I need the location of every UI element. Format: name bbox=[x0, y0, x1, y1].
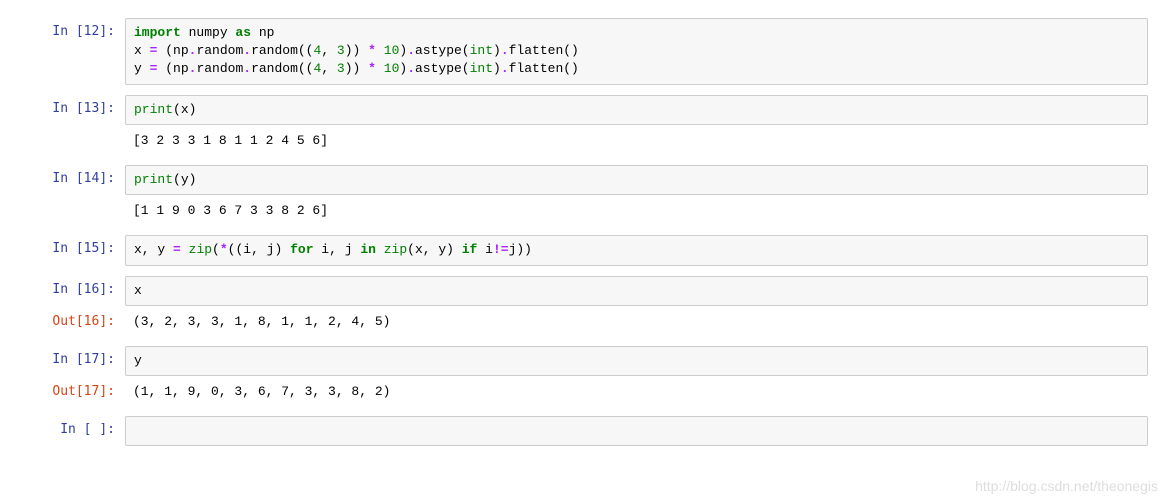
input-row: In [16]:x bbox=[25, 276, 1148, 306]
cell-6: In [ ]: bbox=[25, 416, 1148, 446]
cell-5: In [17]:yOut[17]:(1, 1, 9, 0, 3, 6, 7, 3… bbox=[25, 346, 1148, 406]
result-output: (3, 2, 3, 3, 1, 8, 1, 1, 2, 4, 5) bbox=[125, 308, 1148, 336]
cell-0: In [12]:import numpy as np x = (np.rando… bbox=[25, 18, 1148, 85]
input-prompt: In [13]: bbox=[25, 95, 125, 125]
stdout-row: [3 2 3 3 1 8 1 1 2 4 5 6] bbox=[25, 127, 1148, 155]
code-input[interactable]: print(y) bbox=[125, 165, 1148, 195]
cell-2: In [14]:print(y)[1 1 9 0 3 6 7 3 3 8 2 6… bbox=[25, 165, 1148, 225]
input-prompt: In [ ]: bbox=[25, 416, 125, 446]
notebook-container: In [12]:import numpy as np x = (np.rando… bbox=[25, 18, 1148, 446]
stdout-prompt bbox=[25, 127, 125, 155]
input-row: In [15]:x, y = zip(*((i, j) for i, j in … bbox=[25, 235, 1148, 265]
code-input[interactable]: x bbox=[125, 276, 1148, 306]
watermark-text: http://blog.csdn.net/theonegis bbox=[975, 478, 1158, 494]
cell-1: In [13]:print(x)[3 2 3 3 1 8 1 1 2 4 5 6… bbox=[25, 95, 1148, 155]
result-output: (1, 1, 9, 0, 3, 6, 7, 3, 3, 8, 2) bbox=[125, 378, 1148, 406]
code-input[interactable] bbox=[125, 416, 1148, 446]
input-row: In [12]:import numpy as np x = (np.rando… bbox=[25, 18, 1148, 85]
input-prompt: In [17]: bbox=[25, 346, 125, 376]
cell-3: In [15]:x, y = zip(*((i, j) for i, j in … bbox=[25, 235, 1148, 265]
stdout-output: [3 2 3 3 1 8 1 1 2 4 5 6] bbox=[125, 127, 1148, 155]
input-prompt: In [12]: bbox=[25, 18, 125, 85]
output-prompt: Out[17]: bbox=[25, 378, 125, 406]
input-row: In [ ]: bbox=[25, 416, 1148, 446]
input-prompt: In [16]: bbox=[25, 276, 125, 306]
input-row: In [14]:print(y) bbox=[25, 165, 1148, 195]
cell-4: In [16]:xOut[16]:(3, 2, 3, 3, 1, 8, 1, 1… bbox=[25, 276, 1148, 336]
result-row: Out[16]:(3, 2, 3, 3, 1, 8, 1, 1, 2, 4, 5… bbox=[25, 308, 1148, 336]
code-input[interactable]: x, y = zip(*((i, j) for i, j in zip(x, y… bbox=[125, 235, 1148, 265]
code-input[interactable]: import numpy as np x = (np.random.random… bbox=[125, 18, 1148, 85]
output-prompt: Out[16]: bbox=[25, 308, 125, 336]
input-prompt: In [15]: bbox=[25, 235, 125, 265]
code-input[interactable]: y bbox=[125, 346, 1148, 376]
result-row: Out[17]:(1, 1, 9, 0, 3, 6, 7, 3, 3, 8, 2… bbox=[25, 378, 1148, 406]
input-row: In [13]:print(x) bbox=[25, 95, 1148, 125]
stdout-row: [1 1 9 0 3 6 7 3 3 8 2 6] bbox=[25, 197, 1148, 225]
input-prompt: In [14]: bbox=[25, 165, 125, 195]
input-row: In [17]:y bbox=[25, 346, 1148, 376]
stdout-prompt bbox=[25, 197, 125, 225]
code-input[interactable]: print(x) bbox=[125, 95, 1148, 125]
stdout-output: [1 1 9 0 3 6 7 3 3 8 2 6] bbox=[125, 197, 1148, 225]
